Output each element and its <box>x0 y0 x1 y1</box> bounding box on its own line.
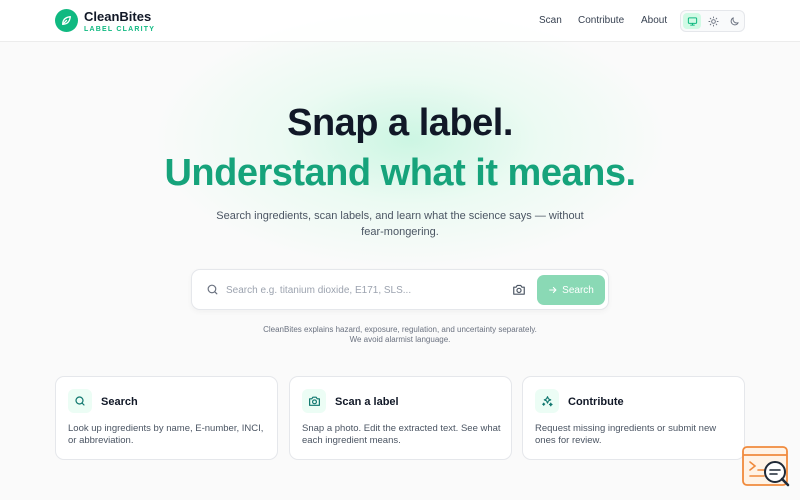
hero-title: Snap a label. <box>287 102 513 144</box>
hero-subtitle: Search ingredients, scan labels, and lea… <box>216 210 584 238</box>
theme-toggle <box>680 10 745 32</box>
sparkles-icon <box>535 389 559 413</box>
card-title: Scan a label <box>335 396 399 408</box>
disclaimer-line-1: CleanBites explains hazard, exposure, re… <box>263 325 537 334</box>
brand-name[interactable]: CleanBites <box>84 9 151 24</box>
brand-tagline: LABEL CLARITY <box>84 26 156 33</box>
moon-icon[interactable] <box>725 13 743 29</box>
card-description: Request missing ingredients or submit ne… <box>535 423 717 446</box>
card-title: Search <box>101 396 138 408</box>
camera-icon <box>302 389 326 413</box>
card-description: Look up ingredients by name, E-number, I… <box>68 423 264 446</box>
search-icon <box>68 389 92 413</box>
search-input[interactable] <box>226 281 496 299</box>
disclaimer-line-2: We avoid alarmist language. <box>349 335 451 344</box>
card-description: Snap a photo. Edit the extracted text. S… <box>302 423 501 446</box>
hero-title-accent: Understand what it means. <box>164 152 636 194</box>
feature-card-scan[interactable]: Scan a label Snap a photo. Edit the extr… <box>289 376 512 460</box>
monitor-icon[interactable] <box>683 13 701 29</box>
search-button-label: Search <box>562 284 594 296</box>
feature-card-contribute[interactable]: Contribute Request missing ingredients o… <box>522 376 745 460</box>
feature-card-search[interactable]: Search Look up ingredients by name, E-nu… <box>55 376 278 460</box>
nav-contribute[interactable]: Contribute <box>578 15 624 26</box>
top-nav: CleanBites LABEL CLARITY Scan Contribute… <box>0 0 800 42</box>
card-title: Contribute <box>568 396 624 408</box>
feedback-widget-icon[interactable] <box>742 446 790 488</box>
arrow-right-icon <box>549 286 557 294</box>
search-icon <box>206 283 219 301</box>
sun-icon[interactable] <box>704 13 722 29</box>
search-button[interactable]: Search <box>537 275 605 305</box>
camera-icon[interactable] <box>512 283 528 297</box>
nav-about[interactable]: About <box>641 15 667 26</box>
search-bar: Search <box>191 269 609 310</box>
leaf-logo-icon[interactable] <box>55 9 78 32</box>
nav-scan[interactable]: Scan <box>539 15 562 26</box>
disclaimer-note: CleanBites explains hazard, exposure, re… <box>200 325 600 345</box>
